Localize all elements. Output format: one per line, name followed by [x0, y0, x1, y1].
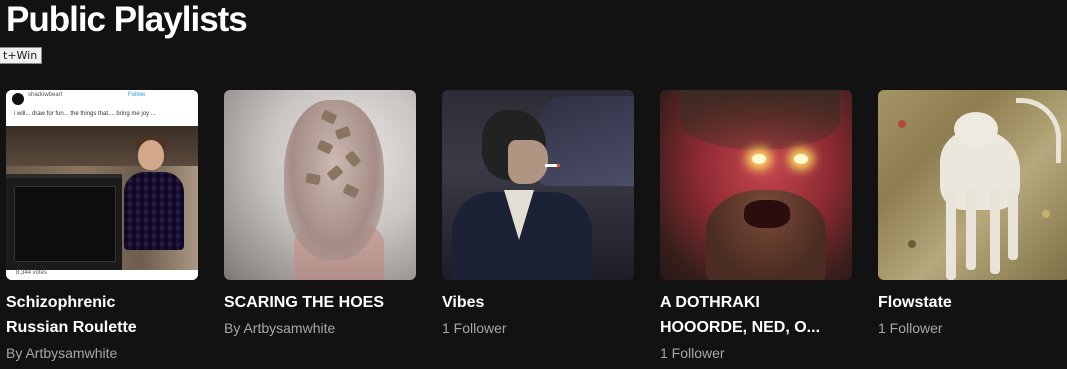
playlist-card-scaring-the-hoes[interactable]: SCARING THE HOES By Artbysamwhite [224, 90, 416, 338]
tweet-header: shadowbeart Follow i will... draw for fu… [6, 90, 198, 126]
playlist-title-line1[interactable]: A DOTHRAKI [660, 290, 852, 315]
glowing-eye [794, 154, 808, 164]
playlist-title-line1[interactable]: Vibes [442, 290, 634, 315]
playlist-cover-image[interactable] [442, 90, 634, 280]
playlist-title-line1[interactable]: Schizophrenic [6, 290, 198, 315]
playlist-title-line2[interactable]: HOOORDE, NED, O... [660, 315, 852, 340]
tweet-follow-label: Follow [128, 92, 146, 98]
head [138, 140, 164, 170]
playlist-card-flowstate[interactable]: Flowstate 1 Follower [878, 90, 1067, 338]
playlist-subtitle: By Artbysamwhite [6, 345, 118, 361]
playlist-title-line1[interactable]: Flowstate [878, 290, 1067, 315]
tooltip: t+Win [0, 47, 43, 64]
cat-head [954, 112, 998, 146]
playlist-cover-image[interactable] [224, 90, 416, 280]
tweet-footer: 8,344 votes [6, 270, 198, 280]
hair [680, 90, 840, 150]
flower [1042, 210, 1050, 218]
playlist-card-schizophrenic-russian-roulette[interactable]: shadowbeart Follow i will... draw for fu… [6, 90, 198, 363]
tweet-text: i will... draw for fun... the things tha… [14, 111, 156, 117]
car-shape [538, 96, 634, 186]
playlist-cover-image[interactable]: shadowbeart Follow i will... draw for fu… [6, 90, 198, 280]
playlist-title[interactable]: Vibes [442, 290, 634, 315]
cat-tail [1016, 98, 1061, 163]
cat-leg [1008, 190, 1018, 260]
tweet-votes: 8,344 votes [16, 270, 48, 276]
person-figure [124, 136, 184, 250]
playlist-title[interactable]: Schizophrenic Russian Roulette [6, 290, 198, 340]
tweet-username: shadowbeart [28, 92, 63, 98]
playlist-subtitle: 1 Follower [442, 320, 507, 336]
playlist-subtitle: 1 Follower [878, 320, 943, 336]
video-still [6, 126, 198, 270]
avatar [12, 93, 24, 105]
cigarette [545, 164, 560, 167]
computer-monitor [6, 174, 122, 270]
glowing-eye [752, 154, 766, 164]
monitor-screen [14, 186, 116, 262]
playlist-cover-image[interactable] [878, 90, 1067, 280]
playlist-cover-image[interactable] [660, 90, 852, 280]
playlist-title-line1[interactable]: SCARING THE HOES [224, 290, 416, 315]
cat-leg [990, 190, 1000, 274]
playlist-title-line2[interactable]: Russian Roulette [6, 315, 198, 340]
playlist-title[interactable]: A DOTHRAKI HOOORDE, NED, O... [660, 290, 852, 340]
playlist-card-a-dothraki-hooorde[interactable]: A DOTHRAKI HOOORDE, NED, O... 1 Follower [660, 90, 852, 363]
playlist-subtitle: By Artbysamwhite [224, 320, 336, 336]
plaid-shirt [124, 172, 184, 250]
cat-leg [946, 190, 956, 280]
mouth [744, 200, 790, 228]
face [508, 140, 548, 184]
section-title[interactable]: Public Playlists [6, 0, 248, 42]
cat-leg [966, 190, 976, 270]
playlist-title[interactable]: SCARING THE HOES [224, 290, 416, 315]
playlist-subtitle: 1 Follower [660, 345, 725, 361]
flower [908, 240, 916, 248]
playlist-title[interactable]: Flowstate [878, 290, 1067, 315]
playlist-card-vibes[interactable]: Vibes 1 Follower [442, 90, 634, 338]
flower [898, 120, 906, 128]
